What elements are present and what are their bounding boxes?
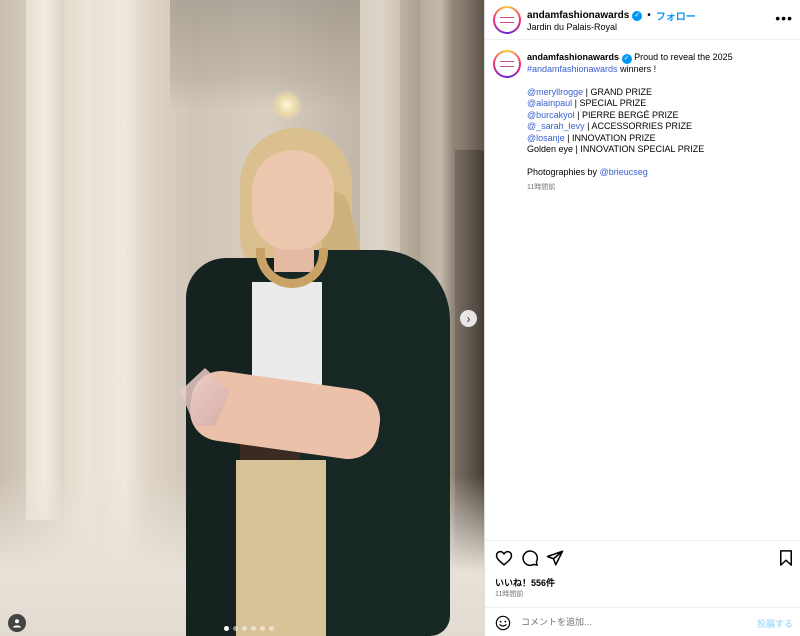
- chevron-right-icon: ›: [466, 311, 471, 326]
- post-media[interactable]: ›: [0, 0, 484, 636]
- avatar[interactable]: [493, 50, 521, 78]
- mention-link[interactable]: @_sarah_levy: [527, 121, 585, 131]
- mention-link[interactable]: @meryllrogge: [527, 87, 583, 97]
- bookmark-icon: [780, 550, 792, 566]
- send-icon: [546, 550, 564, 566]
- winner-line: @burcakyol | PIERRE BERGÉ PRIZE: [527, 110, 793, 122]
- carousel-dot: [242, 626, 247, 631]
- carousel-dot: [260, 626, 265, 631]
- mention-link[interactable]: @alainpaul: [527, 98, 572, 108]
- mention-link[interactable]: @losanje: [527, 133, 565, 143]
- background-lamp: [272, 90, 302, 120]
- carousel-indicator: [224, 626, 274, 631]
- carousel-dot: [224, 626, 229, 631]
- brand-logo: [500, 61, 514, 67]
- follow-button[interactable]: フォロー: [656, 8, 696, 23]
- hashtag-link[interactable]: #andamfashionawards: [527, 64, 618, 74]
- prize-text: | PIERRE BERGÉ PRIZE: [574, 109, 679, 120]
- carousel-next-button[interactable]: ›: [460, 310, 477, 327]
- username-link[interactable]: andamfashionawards: [527, 10, 629, 21]
- photo-credit-prefix: Photographies by: [527, 167, 598, 177]
- heart-icon: [495, 550, 513, 566]
- post-sidebar: andamfashionawards ✓ • フォロー Jardin du Pa…: [484, 0, 800, 636]
- carousel-dot: [269, 626, 274, 631]
- post-timestamp[interactable]: 11時間前: [495, 589, 523, 599]
- mention-link[interactable]: @brieucseg: [600, 167, 648, 177]
- caption-username[interactable]: andamfashionawards: [527, 52, 619, 62]
- avatar[interactable]: [493, 6, 521, 34]
- background-arch: [170, 0, 360, 110]
- prize-text: | ACCESSORRIES PRIZE: [584, 121, 693, 131]
- winner-line: @meryllrogge | GRAND PRIZE: [527, 87, 793, 99]
- more-options-button[interactable]: •••: [775, 10, 793, 26]
- winner-line: @_sarah_levy | ACCESSORRIES PRIZE: [527, 121, 793, 133]
- winner-line: @alainpaul | SPECIAL PRIZE: [527, 98, 793, 110]
- prize-text: | SPECIAL PRIZE: [572, 98, 647, 108]
- carousel-dot: [233, 626, 238, 631]
- background-column: [26, 0, 64, 520]
- comment-button[interactable]: [521, 549, 539, 567]
- brand-logo: [500, 17, 514, 23]
- emoji-icon: [495, 615, 511, 631]
- comment-bar: 投稿する: [485, 607, 800, 636]
- post-comment-button[interactable]: 投稿する: [757, 617, 793, 630]
- person-pants: [236, 460, 326, 636]
- comment-icon: [522, 550, 539, 567]
- caption-timestamp[interactable]: 11時間前: [527, 182, 793, 194]
- user-tag-icon: [13, 619, 21, 628]
- location-link[interactable]: Jardin du Palais-Royal: [527, 22, 617, 32]
- photo-credit: Photographies by @brieucseg: [527, 167, 793, 179]
- user-tag-button[interactable]: [8, 614, 26, 632]
- prize-text: | INNOVATION PRIZE: [564, 132, 656, 143]
- save-button[interactable]: [777, 549, 795, 567]
- verified-badge-icon: ✓: [621, 53, 632, 64]
- caption-intro-end: winners !: [620, 63, 657, 74]
- post-header: andamfashionawards ✓ • フォロー Jardin du Pa…: [485, 0, 800, 40]
- more-horizontal-icon: •••: [775, 10, 793, 26]
- carousel-dot: [251, 626, 256, 631]
- action-bar: [485, 540, 800, 576]
- emoji-button[interactable]: [495, 615, 511, 631]
- share-button[interactable]: [546, 549, 564, 567]
- prize-text: | GRAND PRIZE: [583, 86, 653, 97]
- golden-eye-line: Golden eye | INNOVATION SPECIAL PRIZE: [527, 144, 705, 154]
- caption-text: andamfashionawards ✓ Proud to reveal the…: [527, 52, 793, 193]
- verified-badge-icon: ✓: [632, 10, 643, 21]
- separator: •: [647, 10, 651, 21]
- caption-intro: Proud to reveal the 2025: [634, 52, 733, 62]
- person-face: [252, 150, 334, 250]
- mention-link[interactable]: @burcakyol: [527, 110, 575, 120]
- likes-count[interactable]: いいね！556件: [495, 576, 555, 589]
- comment-input[interactable]: [521, 613, 741, 631]
- like-button[interactable]: [495, 549, 513, 567]
- winner-line: @losanje | INNOVATION PRIZE: [527, 133, 793, 145]
